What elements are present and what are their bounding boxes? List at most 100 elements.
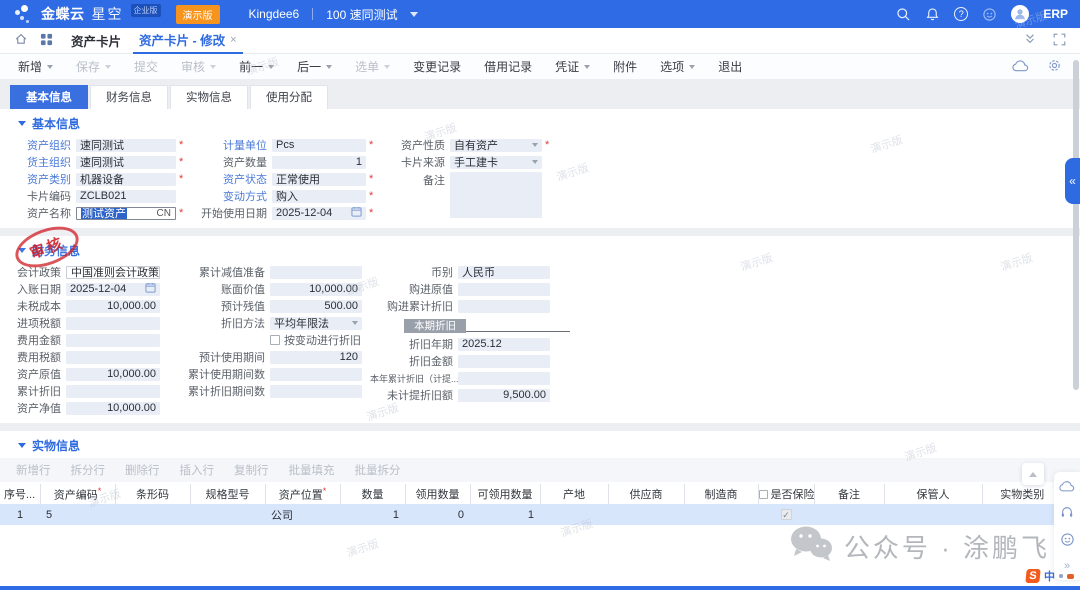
cell-supplier[interactable] bbox=[608, 504, 684, 525]
cell-seq[interactable]: 1 bbox=[0, 504, 40, 525]
options-button[interactable]: 选项 bbox=[660, 58, 695, 75]
batch-fill-button[interactable]: 批量填充 bbox=[289, 462, 335, 478]
table-scroll-up[interactable] bbox=[1022, 463, 1044, 485]
tab-finance-info[interactable]: 财务信息 bbox=[90, 85, 168, 109]
unit-input[interactable]: Pcs bbox=[272, 139, 366, 152]
col-used-qty[interactable]: 领用数量 bbox=[405, 484, 470, 504]
checkbox-checked-icon[interactable]: ✓ bbox=[781, 509, 792, 520]
cloud-icon[interactable] bbox=[1012, 59, 1029, 75]
col-insured[interactable]: 是否保险 bbox=[758, 484, 814, 504]
add-row-button[interactable]: 新增行 bbox=[16, 462, 51, 478]
col-qty[interactable]: 数量 bbox=[340, 484, 405, 504]
start-use-date-input[interactable]: 2025-12-04 bbox=[272, 207, 366, 220]
help-icon[interactable]: ? bbox=[954, 7, 968, 21]
table-row[interactable]: 1 5 公司 1 0 1 ✓ bbox=[0, 504, 1062, 525]
tab-asset-card-list[interactable]: 资产卡片 bbox=[71, 31, 121, 50]
tab-physical-info[interactable]: 实物信息 bbox=[170, 85, 248, 109]
tab-usage-allocation[interactable]: 使用分配 bbox=[250, 85, 328, 109]
next-button[interactable]: 后一 bbox=[297, 58, 332, 75]
unit-label[interactable]: 计量单位 bbox=[196, 137, 272, 153]
cell-spec[interactable] bbox=[190, 504, 265, 525]
used-periods-input[interactable] bbox=[270, 368, 362, 381]
save-button[interactable]: 保存 bbox=[76, 58, 111, 75]
residual-value-input[interactable]: 500.00 bbox=[270, 300, 362, 313]
cell-available-qty[interactable]: 1 bbox=[470, 504, 540, 525]
asset-org-input[interactable]: 速同测试 bbox=[76, 139, 176, 152]
ime-bar[interactable]: S 中 bbox=[1026, 568, 1074, 584]
physical-section-header[interactable]: 实物信息 bbox=[0, 431, 1080, 458]
col-remark[interactable]: 备注 bbox=[814, 484, 884, 504]
purchase-accum-depreciation-input[interactable] bbox=[458, 300, 550, 313]
change-method-input[interactable]: 购入 bbox=[272, 190, 366, 203]
change-records-button[interactable]: 变更记录 bbox=[413, 58, 461, 75]
col-supplier[interactable]: 供应商 bbox=[608, 484, 684, 504]
org-switcher[interactable]: 100 速同测试 bbox=[326, 6, 397, 23]
currency-input[interactable]: 人民币 bbox=[458, 266, 550, 279]
col-available-qty[interactable]: 可领用数量 bbox=[470, 484, 540, 504]
asset-category-input[interactable]: 机器设备 bbox=[76, 173, 176, 186]
accumulated-depreciation-input[interactable] bbox=[66, 385, 160, 398]
col-physical-type[interactable]: 实物类别 bbox=[982, 484, 1062, 504]
accounting-policy-select[interactable]: 中国准则会计政策 bbox=[66, 266, 160, 279]
asset-status-input[interactable]: 正常使用 bbox=[272, 173, 366, 186]
current-depreciation-tab[interactable]: 本期折旧 bbox=[404, 319, 466, 333]
owner-org-label[interactable]: 货主组织 bbox=[10, 154, 76, 170]
batch-split-button[interactable]: 批量拆分 bbox=[355, 462, 401, 478]
attachment-button[interactable]: 附件 bbox=[613, 58, 637, 75]
smiley-icon[interactable] bbox=[1060, 532, 1075, 550]
borrow-records-button[interactable]: 借用记录 bbox=[484, 58, 532, 75]
col-seq[interactable]: 序号... bbox=[0, 484, 40, 504]
col-barcode[interactable]: 条形码 bbox=[115, 484, 190, 504]
expense-tax-input[interactable] bbox=[66, 351, 160, 364]
depreciation-period-input[interactable]: 2025.12 bbox=[458, 338, 550, 351]
home-icon[interactable] bbox=[14, 32, 28, 49]
col-manufacturer[interactable]: 制造商 bbox=[684, 484, 758, 504]
col-origin[interactable]: 产地 bbox=[540, 484, 608, 504]
ime-language[interactable]: 中 bbox=[1044, 568, 1055, 584]
expense-amount-input[interactable] bbox=[66, 334, 160, 347]
untaxed-cost-input[interactable]: 10,000.00 bbox=[66, 300, 160, 313]
depreciated-periods-input[interactable] bbox=[270, 385, 362, 398]
collapse-tabs-icon[interactable] bbox=[1023, 33, 1037, 48]
gear-icon[interactable] bbox=[1047, 58, 1062, 76]
undepreciated-amount-input[interactable]: 9,500.00 bbox=[458, 389, 550, 402]
purchase-original-value-input[interactable] bbox=[458, 283, 550, 296]
close-icon[interactable]: × bbox=[230, 34, 236, 46]
change-method-label[interactable]: 变动方式 bbox=[196, 188, 272, 204]
checkbox-icon[interactable] bbox=[759, 490, 768, 499]
expected-periods-input[interactable]: 120 bbox=[270, 351, 362, 364]
split-row-button[interactable]: 拆分行 bbox=[71, 462, 106, 478]
impairment-reserve-input[interactable] bbox=[270, 266, 362, 279]
asset-nature-select[interactable]: 自有资产 bbox=[450, 139, 542, 152]
basic-section-header[interactable]: 基本信息 bbox=[0, 109, 1080, 136]
submit-button[interactable]: 提交 bbox=[134, 58, 158, 75]
col-asset-code[interactable]: 资产编码* bbox=[40, 484, 115, 504]
exit-button[interactable]: 退出 bbox=[718, 58, 742, 75]
cell-manufacturer[interactable] bbox=[684, 504, 758, 525]
cell-physical-type[interactable] bbox=[982, 504, 1062, 525]
new-button[interactable]: 新增 bbox=[18, 58, 53, 75]
asset-net-value-input[interactable]: 10,000.00 bbox=[66, 402, 160, 415]
feedback-smiley-icon[interactable] bbox=[982, 7, 997, 22]
remark-textarea[interactable] bbox=[450, 172, 542, 218]
audit-button[interactable]: 审核 bbox=[181, 58, 216, 75]
insert-row-button[interactable]: 插入行 bbox=[180, 462, 215, 478]
input-tax-input[interactable] bbox=[66, 317, 160, 330]
fullscreen-icon[interactable] bbox=[1053, 33, 1066, 49]
cell-used-qty[interactable]: 0 bbox=[405, 504, 470, 525]
cell-origin[interactable] bbox=[540, 504, 608, 525]
cell-insured[interactable]: ✓ bbox=[758, 504, 814, 525]
card-source-select[interactable]: 手工建卡 bbox=[450, 156, 542, 169]
finance-section-header[interactable]: 财务信息 bbox=[0, 236, 1080, 263]
col-keeper[interactable]: 保管人 bbox=[884, 484, 982, 504]
cell-asset-code[interactable]: 5 bbox=[40, 504, 115, 525]
depreciation-amount-input[interactable] bbox=[458, 355, 550, 368]
voucher-button[interactable]: 凭证 bbox=[555, 58, 590, 75]
cell-location[interactable]: 公司 bbox=[265, 504, 340, 525]
headset-icon[interactable] bbox=[1060, 505, 1074, 522]
tab-basic-info[interactable]: 基本信息 bbox=[10, 85, 88, 109]
depreciate-by-change-checkbox[interactable] bbox=[270, 335, 280, 345]
depreciation-method-select[interactable]: 平均年限法 bbox=[270, 317, 362, 330]
owner-org-input[interactable]: 速同测试 bbox=[76, 156, 176, 169]
asset-category-label[interactable]: 资产类别 bbox=[10, 171, 76, 187]
